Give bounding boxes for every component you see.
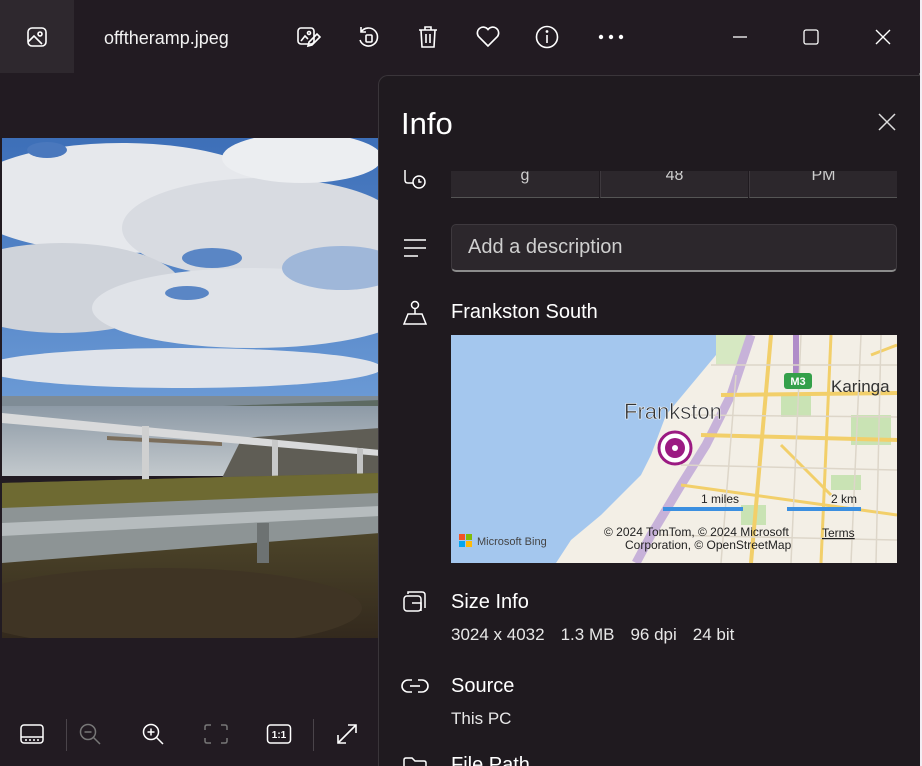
info-button[interactable] (530, 20, 564, 54)
minimize-icon (733, 36, 747, 38)
file-path-title: File Path (451, 754, 530, 766)
file-size: 1.3 MB (560, 625, 615, 644)
location-name: Frankston South (451, 301, 598, 323)
toolbar-divider (66, 719, 67, 751)
toolbar-divider (313, 719, 314, 751)
calendar-clock-icon (404, 170, 426, 189)
edit-image-icon (297, 27, 321, 48)
close-icon (878, 113, 896, 131)
actual-size-button[interactable]: 1:1 (262, 717, 296, 751)
more-icon (598, 34, 624, 40)
photos-app-window: offtheramp.jpeg 1:1 Info g 48 PM Add a d… (0, 0, 920, 766)
file-name: offtheramp.jpeg (104, 28, 229, 48)
favorite-button[interactable] (471, 20, 505, 54)
fit-to-window-button[interactable] (199, 717, 233, 751)
size-info-icon (403, 591, 426, 612)
source-value: This PC (451, 709, 512, 728)
filmstrip-icon (20, 724, 44, 744)
gallery-icon (27, 26, 47, 47)
file-path-icon-wrapper (401, 752, 429, 766)
description-icon-wrapper (401, 234, 429, 262)
maximize-icon (803, 29, 819, 45)
fullscreen-icon (337, 724, 357, 744)
map-road-shield: M3 (790, 376, 805, 388)
bit-depth: 24 bit (692, 625, 735, 644)
zoom-out-button[interactable] (73, 717, 107, 751)
fullscreen-button[interactable] (330, 717, 364, 751)
zoom-in-icon (142, 723, 164, 745)
map-image: M3 Karinga Frankston 1 miles 2 km Micros… (451, 335, 897, 563)
map-scale-km: 2 km (831, 492, 857, 506)
location-icon (402, 300, 428, 325)
map-provider: Microsoft Bing (477, 536, 547, 548)
gallery-button[interactable] (0, 0, 74, 73)
location-icon-wrapper (401, 298, 429, 326)
svg-text:1:1: 1:1 (272, 730, 287, 741)
filmstrip-button[interactable] (15, 717, 49, 751)
date-time-picker[interactable]: g 48 PM (451, 171, 897, 198)
folder-icon (403, 757, 427, 766)
link-icon (401, 679, 429, 693)
close-info-panel-button[interactable] (873, 108, 901, 136)
rotate-button[interactable] (351, 20, 385, 54)
zoom-in-button[interactable] (136, 717, 170, 751)
map-attribution-line2: Corporation, © OpenStreetMap (625, 538, 792, 552)
minimize-button[interactable] (722, 20, 758, 54)
delete-icon (419, 26, 437, 48)
map-attribution-line1: © 2024 TomTom, © 2024 Microsoft (604, 525, 790, 539)
size-info-details: 3024 x 4032 1.3 MB 96 dpi 24 bit (451, 625, 750, 645)
zoom-out-icon (79, 723, 101, 745)
edit-image-button[interactable] (291, 20, 325, 54)
date-time-icon-wrapper (401, 167, 429, 195)
ampm-segment[interactable]: PM (749, 171, 897, 198)
info-panel: Info g 48 PM Add a description Frankston… (378, 75, 920, 766)
info-icon (535, 25, 559, 49)
image-dpi: 96 dpi (630, 625, 677, 644)
size-info-icon-wrapper (401, 588, 429, 616)
info-panel-title: Info (401, 106, 453, 141)
image-viewer[interactable] (0, 73, 380, 703)
size-info-title: Size Info (451, 591, 529, 613)
location-map[interactable]: M3 Karinga Frankston 1 miles 2 km Micros… (451, 335, 897, 563)
photo-preview[interactable] (2, 138, 380, 638)
description-input[interactable] (451, 224, 897, 272)
source-icon-wrapper (401, 672, 429, 700)
bottom-toolbar: 1:1 (0, 703, 380, 766)
map-label-karinga: Karinga (831, 377, 890, 396)
source-title: Source (451, 675, 515, 697)
map-terms-link: Terms (822, 526, 855, 540)
photo-image (2, 138, 380, 638)
map-scale-miles: 1 miles (701, 492, 739, 506)
title-bar: offtheramp.jpeg (0, 0, 920, 73)
date-segment[interactable]: g (451, 171, 599, 198)
close-window-button[interactable] (865, 20, 901, 54)
maximize-button[interactable] (793, 20, 829, 54)
more-options-button[interactable] (594, 20, 628, 54)
close-icon (875, 29, 891, 45)
map-label-frankston: Frankston (624, 399, 722, 424)
description-icon (404, 239, 426, 257)
fit-to-window-icon (204, 724, 228, 744)
delete-button[interactable] (411, 20, 445, 54)
favorite-icon (476, 26, 500, 48)
minute-segment[interactable]: 48 (600, 171, 748, 198)
image-dimensions: 3024 x 4032 (451, 625, 545, 644)
actual-size-icon: 1:1 (266, 724, 292, 744)
rotate-icon (359, 27, 379, 47)
